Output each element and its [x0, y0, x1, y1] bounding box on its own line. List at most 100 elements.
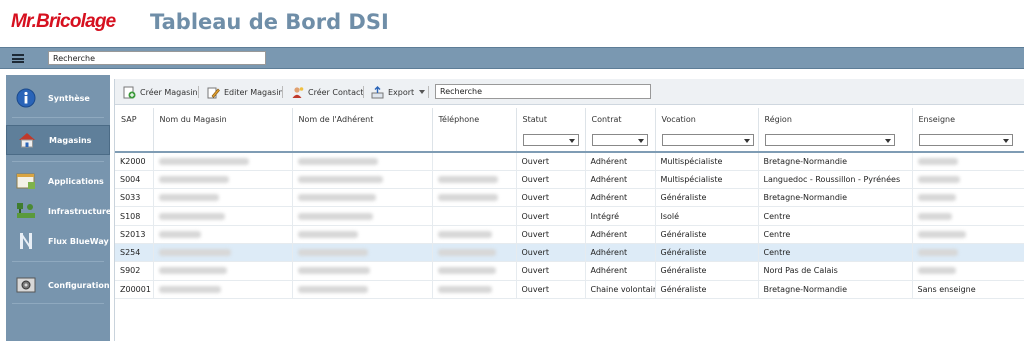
cell-contract: Adhérent	[585, 243, 656, 263]
cell-store-name	[153, 188, 293, 208]
cell-contract: Adhérent	[585, 261, 656, 281]
table-row[interactable]: S108 Ouvert Intégré Isolé Centre	[115, 206, 1024, 226]
cell-status: Ouvert	[516, 206, 586, 226]
cell-contract: Adhérent	[585, 170, 656, 190]
table-row[interactable]: K2000 Ouvert Adhérent Multispécialiste B…	[115, 152, 1024, 171]
cell-member-name	[292, 188, 433, 208]
cell-contract: Adhérent	[585, 225, 656, 244]
table-row[interactable]: S902 Ouvert Adhérent Généraliste Nord Pa…	[115, 261, 1024, 281]
sidebar-item-flux-blueway[interactable]: Flux BlueWay	[6, 226, 110, 256]
cell-phone	[432, 261, 517, 281]
divider	[12, 117, 104, 118]
brand-filter-select[interactable]	[918, 133, 1013, 146]
cell-store-name	[153, 261, 293, 281]
column-header-sap[interactable]: SAP	[115, 108, 154, 130]
cell-brand	[912, 188, 1024, 208]
stores-table: SAP Nom du Magasin Nom de l'Adhérent Tél…	[115, 108, 1024, 299]
page-title: Tableau de Bord DSI	[150, 10, 389, 34]
top-bar	[0, 47, 1024, 69]
sidebar-item-label: Magasins	[49, 135, 92, 145]
cell-brand	[912, 206, 1024, 226]
sidebar-item-label: Configuration	[48, 280, 110, 290]
cell-phone	[432, 152, 517, 171]
create-contact-button[interactable]: Créer Contact	[291, 85, 364, 99]
table-row[interactable]: Z00001 Ouvert Chaine volontaire Générali…	[115, 280, 1024, 299]
cell-sap: Z00001	[115, 280, 154, 299]
cell-vocation: Multispécialiste	[655, 170, 759, 190]
global-search-input[interactable]	[48, 51, 266, 65]
cell-contract: Adhérent	[585, 188, 656, 208]
table-row[interactable]: S004 Ouvert Adhérent Multispécialiste La…	[115, 170, 1024, 190]
table-row[interactable]: S2013 Ouvert Adhérent Généraliste Centre	[115, 225, 1024, 244]
settings-icon	[16, 277, 36, 293]
vocation-filter-select[interactable]	[661, 133, 754, 146]
column-header-status[interactable]: Statut	[516, 108, 586, 130]
cell-sap: S2013	[115, 225, 154, 244]
add-document-icon	[123, 86, 136, 98]
divider	[12, 303, 104, 304]
flow-icon	[20, 233, 32, 249]
table-search-input[interactable]	[435, 84, 651, 99]
cell-sap: S254	[115, 243, 154, 263]
network-icon	[17, 203, 35, 218]
main-panel: Créer Magasin Editer Magasin Créer Conta…	[114, 79, 1024, 341]
cell-vocation: Généraliste	[655, 261, 759, 281]
cell-region: Languedoc - Roussillon - Pyrénées	[758, 170, 913, 190]
column-header-brand[interactable]: Enseigne	[912, 108, 1024, 130]
column-header-store-name[interactable]: Nom du Magasin	[153, 108, 293, 130]
menu-icon[interactable]	[12, 54, 24, 63]
sidebar-item-magasins[interactable]: Magasins	[6, 125, 110, 155]
column-header-region[interactable]: Région	[758, 108, 913, 130]
table-row[interactable]: S033 Ouvert Adhérent Généraliste Bretagn…	[115, 188, 1024, 208]
column-header-contract[interactable]: Contrat	[585, 108, 656, 130]
sidebar-item-infrastructure[interactable]: Infrastructure	[6, 196, 111, 226]
contract-filter-select[interactable]	[591, 133, 648, 146]
create-store-label: Créer Magasin	[140, 87, 198, 97]
sidebar: Synthèse Magasins Applications Infrastru…	[6, 75, 111, 341]
column-header-phone[interactable]: Téléphone	[432, 108, 517, 130]
cell-status: Ouvert	[516, 170, 586, 190]
sidebar-item-applications[interactable]: Applications	[6, 166, 110, 196]
home-icon	[19, 133, 35, 148]
toolbar-divider	[428, 86, 429, 98]
cell-status: Ouvert	[516, 280, 586, 299]
column-header-member-name[interactable]: Nom de l'Adhérent	[292, 108, 433, 130]
cell-phone	[432, 280, 517, 299]
chevron-down-icon	[419, 90, 426, 94]
cell-member-name	[292, 152, 433, 171]
cell-sap: K2000	[115, 152, 154, 171]
contact-icon	[292, 86, 304, 98]
table-row-selected[interactable]: S254 Ouvert Adhérent Généraliste Centre	[115, 243, 1024, 263]
cell-status: Ouvert	[516, 261, 586, 281]
column-header-vocation[interactable]: Vocation	[655, 108, 759, 130]
sidebar-item-synthese[interactable]: Synthèse	[6, 83, 110, 113]
cell-contract: Intégré	[585, 206, 656, 226]
cell-status: Ouvert	[516, 152, 586, 171]
region-filter-select[interactable]	[764, 133, 895, 146]
cell-sap: S033	[115, 188, 154, 208]
cell-brand: Sans enseigne	[912, 280, 1024, 299]
sidebar-item-configuration[interactable]: Configuration	[6, 270, 110, 300]
export-label: Export	[388, 87, 415, 97]
cell-member-name	[292, 170, 433, 190]
cell-region: Bretagne-Normandie	[758, 280, 913, 299]
sidebar-item-label: Synthèse	[48, 93, 90, 103]
create-store-button[interactable]: Créer Magasin	[123, 85, 198, 99]
cell-vocation: Multispécialiste	[655, 152, 759, 171]
edit-store-button[interactable]: Editer Magasin	[207, 85, 284, 99]
export-button[interactable]: Export	[371, 85, 426, 99]
divider	[12, 261, 104, 262]
cell-store-name	[153, 206, 293, 226]
cell-store-name	[153, 243, 293, 263]
cell-sap: S108	[115, 206, 154, 226]
cell-phone	[432, 206, 517, 226]
brand-logo[interactable]: Mr.Bricolage	[11, 11, 116, 33]
cell-sap: S004	[115, 170, 154, 190]
window-icon	[16, 173, 35, 189]
cell-contract: Adhérent	[585, 152, 656, 171]
cell-brand	[912, 170, 1024, 190]
status-filter-select[interactable]	[522, 133, 579, 146]
export-icon	[371, 85, 384, 98]
sidebar-item-label: Flux BlueWay	[48, 236, 109, 246]
toolbar-divider	[282, 86, 283, 98]
